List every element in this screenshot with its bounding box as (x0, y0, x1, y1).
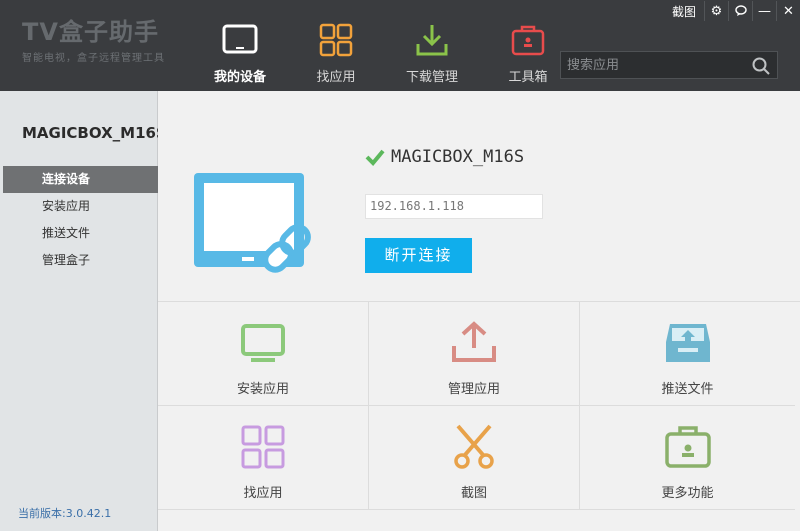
nav-label: 我的设备 (213, 70, 266, 85)
toolbox-icon (511, 25, 545, 56)
minimize-button[interactable]: — (752, 1, 776, 21)
close-button[interactable]: ✕ (776, 1, 800, 21)
tv-icon (241, 324, 285, 362)
version-label: 当前版本:3.0.42.1 (18, 507, 112, 520)
tile-push-file[interactable]: 推送文件 (580, 302, 795, 406)
main-panel: MAGICBOX_M16S 192.168.1.118 断开连接 安装应用 管理… (158, 91, 800, 531)
connected-device-icon (194, 173, 311, 273)
nav-find-apps[interactable]: 找应用 (289, 18, 383, 88)
sidebar: MAGICBOX_M16S 连接设备 安装应用 推送文件 管理盒子 当前版本:3… (0, 91, 158, 531)
app-logo: TV盒子助手 智能电视，盒子远程管理工具 (22, 18, 165, 64)
search-icon[interactable] (751, 56, 771, 76)
briefcase-icon (664, 426, 711, 468)
nav-download-manager[interactable]: 下载管理 (385, 18, 479, 88)
tile-label: 管理应用 (447, 382, 500, 397)
feature-grid: 安装应用 管理应用 推送文件 找应用 截图 更多功能 (158, 301, 800, 511)
upload-icon (452, 321, 496, 362)
nav-label: 找应用 (316, 70, 356, 85)
scissors-icon (454, 424, 494, 469)
download-icon (416, 25, 448, 56)
minimize-icon: — (758, 3, 771, 19)
tile-install-app[interactable]: 安装应用 (158, 302, 369, 406)
nav-my-devices[interactable]: 我的设备 (193, 18, 287, 88)
top-header: TV盒子助手 智能电视，盒子远程管理工具 我的设备 找应用 下载管理 工具箱 搜… (0, 0, 800, 91)
sidebar-item-install-app[interactable]: 安装应用 (3, 193, 158, 220)
capture-button[interactable]: 截图 (672, 3, 696, 20)
main-nav: 我的设备 找应用 下载管理 工具箱 (193, 18, 577, 88)
chat-bubble-icon (734, 5, 747, 16)
tile-screenshot[interactable]: 截图 (369, 406, 580, 510)
logo-subtitle: 智能电视，盒子远程管理工具 (22, 53, 165, 64)
tile-more-features[interactable]: 更多功能 (580, 406, 795, 510)
search-input[interactable] (561, 52, 746, 78)
device-name-text: MAGICBOX_M16S (391, 147, 525, 167)
nav-label: 下载管理 (405, 70, 458, 85)
grid-icon (319, 23, 353, 57)
sidebar-item-connect-device[interactable]: 连接设备 (3, 166, 158, 193)
logo-title: TV盒子助手 (22, 18, 159, 46)
gear-icon: ⚙ (710, 3, 723, 19)
tile-find-apps[interactable]: 找应用 (158, 406, 369, 510)
tile-label: 推送文件 (661, 382, 714, 397)
inbox-icon (665, 324, 710, 362)
tile-label: 更多功能 (661, 486, 714, 501)
tile-label: 安装应用 (236, 382, 289, 397)
sidebar-device-name: MAGICBOX_M16S (22, 124, 158, 142)
grid-icon (241, 425, 285, 469)
close-icon: ✕ (783, 3, 794, 19)
ip-address-field: 192.168.1.118 (365, 194, 543, 219)
connected-device-name: MAGICBOX_M16S (365, 147, 524, 167)
window-controls: 截图 ⚙ — ✕ (672, 0, 800, 22)
feedback-button[interactable] (728, 1, 752, 21)
tile-label: 截图 (460, 486, 487, 501)
sidebar-item-manage-box[interactable]: 管理盒子 (3, 247, 158, 274)
nav-label: 工具箱 (508, 70, 548, 85)
tile-manage-app[interactable]: 管理应用 (369, 302, 580, 406)
sidebar-menu: 连接设备 安装应用 推送文件 管理盒子 (3, 166, 158, 274)
tile-label: 找应用 (243, 486, 283, 501)
monitor-icon (222, 24, 258, 54)
search-box (560, 51, 778, 79)
settings-button[interactable]: ⚙ (704, 1, 728, 21)
sidebar-item-push-file[interactable]: 推送文件 (3, 220, 158, 247)
check-icon (365, 149, 385, 166)
disconnect-button[interactable]: 断开连接 (365, 238, 472, 273)
